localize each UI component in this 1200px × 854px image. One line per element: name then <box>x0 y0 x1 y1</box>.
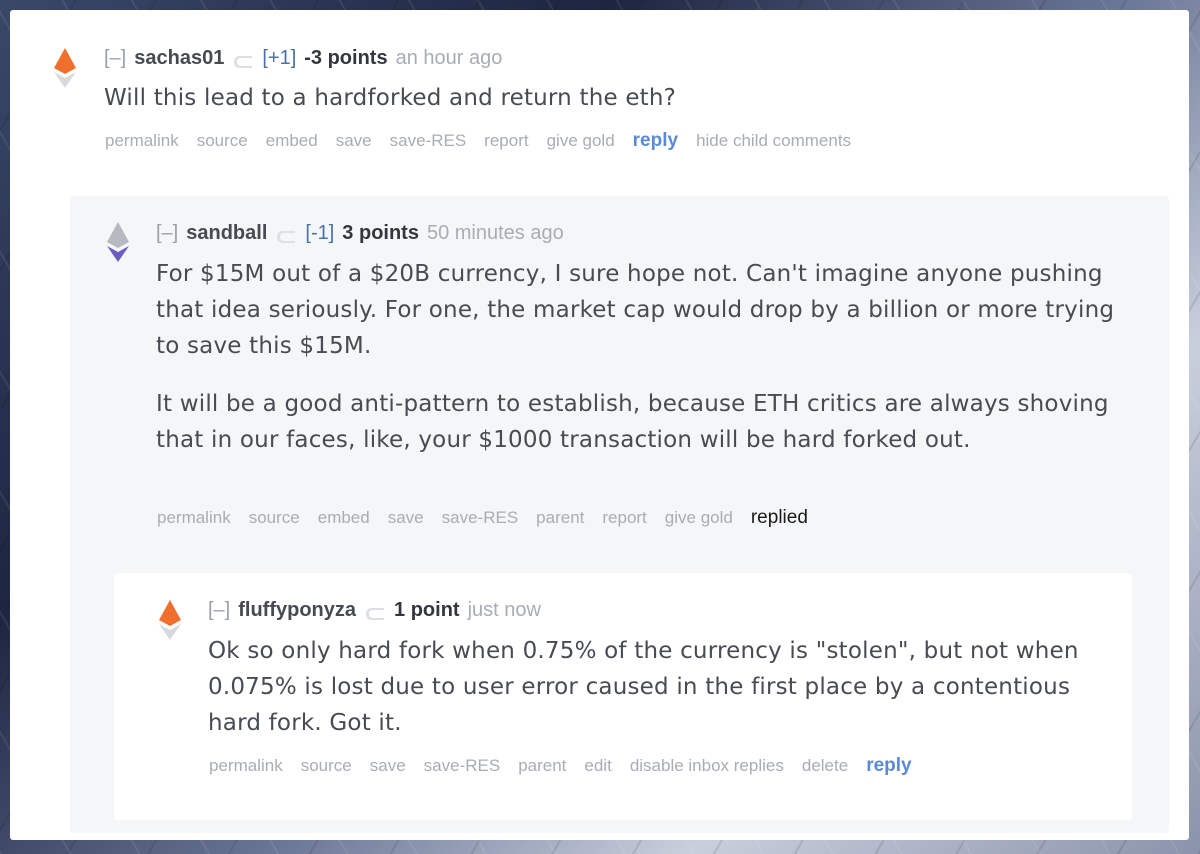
give-gold-link[interactable]: give gold <box>547 131 615 151</box>
parent-link[interactable]: parent <box>536 508 584 528</box>
comment-body: For $15M out of a $20B currency, I sure … <box>156 256 1136 480</box>
permalink-link[interactable]: permalink <box>105 131 179 151</box>
disable-inbox-replies-link[interactable]: disable inbox replies <box>630 756 784 776</box>
source-link[interactable]: source <box>197 131 248 151</box>
comment-tagline: [–] sandball [-1] 3 points 50 minutes ag… <box>156 222 564 245</box>
replied-label: replied <box>750 507 808 528</box>
source-link[interactable]: source <box>249 508 300 528</box>
comment-actions: permalink source embed save save-RES rep… <box>105 130 851 152</box>
parent-link[interactable]: parent <box>518 756 566 776</box>
comment-paragraph: It will be a good anti-pattern to establ… <box>156 391 1109 453</box>
comment-body: Ok so only hard fork when 0.75% of the c… <box>208 633 1118 763</box>
timestamp: an hour ago <box>395 47 503 69</box>
reply-link[interactable]: reply <box>633 130 678 152</box>
timestamp: just now <box>467 599 541 621</box>
edit-link[interactable]: edit <box>584 756 611 776</box>
vote-weight-badge: [+1] <box>262 47 297 69</box>
delete-link[interactable]: delete <box>802 756 848 776</box>
comment-tagline: [–] sachas01 [+1] -3 points an hour ago <box>104 47 502 70</box>
purple-eth-icon[interactable] <box>105 222 131 262</box>
report-link[interactable]: report <box>602 508 646 528</box>
embed-link[interactable]: embed <box>318 508 370 528</box>
comment-paragraph: For $15M out of a $20B currency, I sure … <box>156 261 1115 359</box>
collapse-toggle[interactable]: [–] <box>104 47 126 70</box>
collapse-toggle[interactable]: [–] <box>156 222 178 245</box>
user-tag-icon[interactable] <box>364 604 386 620</box>
give-gold-link[interactable]: give gold <box>665 508 733 528</box>
author-link[interactable]: sachas01 <box>134 47 224 70</box>
score-label: -3 points <box>304 47 388 69</box>
orange-eth-icon[interactable] <box>52 48 78 88</box>
author-link[interactable]: sandball <box>186 222 267 245</box>
permalink-link[interactable]: permalink <box>209 756 283 776</box>
vote-weight-badge: [-1] <box>305 222 335 244</box>
comment-thread-card: [–] sachas01 [+1] -3 points an hour ago … <box>10 10 1189 840</box>
save-res-link[interactable]: save-RES <box>390 131 467 151</box>
permalink-link[interactable]: permalink <box>157 508 231 528</box>
reply-link[interactable]: reply <box>866 755 911 777</box>
save-link[interactable]: save <box>388 508 424 528</box>
comment-actions: permalink source save save-RES parent ed… <box>209 755 912 777</box>
save-res-link[interactable]: save-RES <box>424 756 501 776</box>
score-label: 1 point <box>394 599 460 621</box>
embed-link[interactable]: embed <box>266 131 318 151</box>
user-tag-icon[interactable] <box>232 52 254 68</box>
comment-tagline: [–] fluffyponyza 1 point just now <box>208 599 541 622</box>
save-link[interactable]: save <box>370 756 406 776</box>
comment-paragraph: Ok so only hard fork when 0.75% of the c… <box>208 638 1079 736</box>
collapse-toggle[interactable]: [–] <box>208 599 230 622</box>
save-link[interactable]: save <box>336 131 372 151</box>
score-label: 3 points <box>342 222 419 244</box>
comment-actions: permalink source embed save save-RES par… <box>157 507 808 529</box>
report-link[interactable]: report <box>484 131 528 151</box>
user-tag-icon[interactable] <box>275 227 297 243</box>
orange-eth-icon[interactable] <box>157 600 183 640</box>
timestamp: 50 minutes ago <box>426 222 564 244</box>
hide-child-comments-link[interactable]: hide child comments <box>696 131 851 151</box>
source-link[interactable]: source <box>301 756 352 776</box>
save-res-link[interactable]: save-RES <box>442 508 519 528</box>
comment-paragraph: Will this lead to a hardforked and retur… <box>104 85 677 111</box>
author-link[interactable]: fluffyponyza <box>238 599 356 622</box>
